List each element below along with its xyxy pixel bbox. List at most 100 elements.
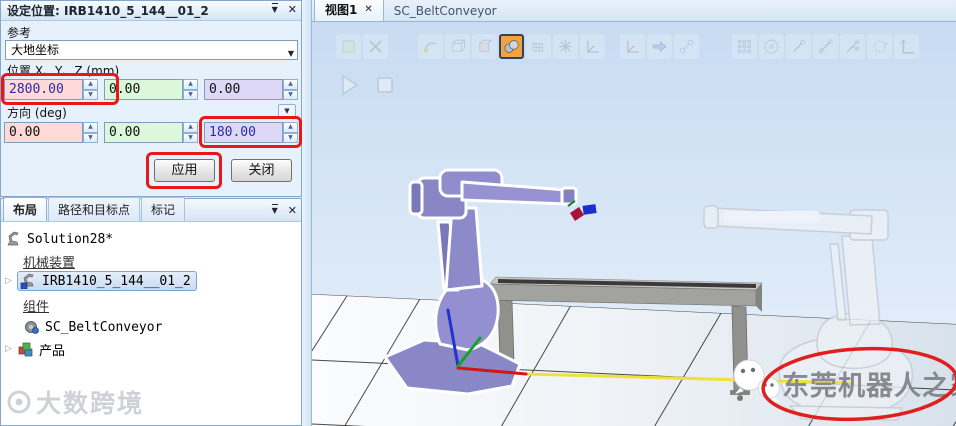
spin-up-icon[interactable]: ▲ bbox=[83, 79, 98, 90]
expand-icon[interactable]: ▷ bbox=[5, 344, 17, 354]
set-position-title: 设定位置: IRB1410_5_144__01_2 bbox=[7, 4, 209, 18]
position-z-spinner[interactable]: ▲ ▼ bbox=[283, 79, 298, 100]
snap-center-icon[interactable] bbox=[759, 34, 784, 59]
position-label: 位置 X、Y、Z (mm) bbox=[7, 64, 120, 78]
spin-down-icon[interactable]: ▼ bbox=[83, 132, 98, 143]
orientation-x-spinner[interactable]: ▲ ▼ bbox=[83, 122, 98, 143]
browser-tabbar: 布局 路径和目标点 标记 ▼ ✕ bbox=[1, 197, 301, 222]
orientation-y-field[interactable]: 0.00 bbox=[104, 122, 183, 143]
scene-canvas[interactable]: 东莞机器人之家 bbox=[312, 22, 956, 426]
spin-down-icon[interactable]: ▼ bbox=[183, 132, 198, 143]
viewport-tabbar: 视图1 ✕ SC_BeltConveyor bbox=[312, 0, 956, 22]
snap-midpoint-icon[interactable] bbox=[813, 34, 838, 59]
frame-axes-red-icon[interactable] bbox=[620, 34, 645, 59]
tree-item-label: SC_BeltConveyor bbox=[45, 319, 163, 335]
rotate-view-icon[interactable] bbox=[867, 34, 892, 59]
snap-freehand-icon[interactable] bbox=[553, 34, 578, 59]
spin-up-icon[interactable]: ▲ bbox=[183, 122, 198, 133]
robot-saved-icon bbox=[20, 273, 34, 289]
layout-browser-panel: 布局 路径和目标点 标记 ▼ ✕ Solution28* 机械装置 ▷ IRB1… bbox=[0, 197, 302, 426]
panel-splitter[interactable] bbox=[302, 0, 312, 426]
tab-tags[interactable]: 标记 bbox=[141, 197, 186, 221]
snap-box-icon[interactable] bbox=[445, 34, 470, 59]
set-position-panel: 设定位置: IRB1410_5_144__01_2 ▼ ✕ 参考 大地坐标 ▼ … bbox=[0, 0, 302, 197]
conveyor-caster bbox=[737, 395, 743, 401]
tab-paths-targets[interactable]: 路径和目标点 bbox=[48, 197, 141, 221]
apply-button[interactable]: 应用 bbox=[154, 159, 215, 182]
tree-item-station[interactable]: Solution28* bbox=[5, 229, 113, 249]
dock-icon[interactable]: ▼ bbox=[271, 204, 278, 218]
spin-down-icon[interactable]: ▼ bbox=[283, 89, 298, 100]
snap-local-origin-icon[interactable] bbox=[472, 34, 497, 59]
tree-category-components[interactable]: 组件 bbox=[23, 295, 49, 315]
toolbar-group-frames bbox=[620, 34, 699, 59]
left-column: 设定位置: IRB1410_5_144__01_2 ▼ ✕ 参考 大地坐标 ▼ … bbox=[0, 0, 302, 426]
position-z-field[interactable]: 0.00 bbox=[204, 79, 283, 100]
tab-layout[interactable]: 布局 bbox=[3, 197, 48, 221]
snap-dot-grid-icon[interactable] bbox=[732, 34, 757, 59]
tab-sc-beltconveyor[interactable]: SC_BeltConveyor bbox=[384, 1, 507, 21]
tree-item-conveyor[interactable]: SC_BeltConveyor bbox=[23, 317, 162, 337]
corner-axes-icon[interactable] bbox=[894, 34, 919, 59]
play-button[interactable] bbox=[336, 72, 362, 98]
snap-object-icon[interactable] bbox=[499, 34, 524, 59]
tree-item-product[interactable]: ▷ 产品 bbox=[5, 339, 65, 359]
orientation-z-field[interactable]: 180.00 bbox=[204, 122, 283, 143]
scene-3d[interactable]: 东莞机器人之家 bbox=[312, 22, 956, 426]
close-icon[interactable]: ✕ bbox=[288, 204, 297, 218]
spin-up-icon[interactable]: ▲ bbox=[283, 79, 298, 90]
snap-curve-icon[interactable] bbox=[418, 34, 443, 59]
move-arrow-icon[interactable] bbox=[647, 34, 672, 59]
toolbar-group-view bbox=[336, 34, 388, 59]
orientation-y-spinner[interactable]: ▲ ▼ bbox=[183, 122, 198, 143]
watermark-text: 大数跨境 bbox=[36, 389, 145, 418]
fit-view-icon[interactable] bbox=[336, 34, 361, 59]
frame-axes-icon[interactable] bbox=[580, 34, 605, 59]
parts-boxes-icon bbox=[18, 342, 33, 357]
snap-branch-icon[interactable] bbox=[840, 34, 865, 59]
position-x-field[interactable]: 2800.00 bbox=[4, 79, 83, 100]
toolbar-group-snap-modes bbox=[732, 34, 919, 59]
link-objects-icon[interactable] bbox=[674, 34, 699, 59]
orientation-flyout-button[interactable]: ▼ bbox=[278, 104, 296, 119]
close-icon[interactable]: ✕ bbox=[288, 3, 297, 17]
playback-toolbar bbox=[336, 72, 398, 98]
watermark: 大数跨境 bbox=[6, 384, 144, 420]
close-tab-icon[interactable]: ✕ bbox=[364, 4, 372, 15]
tree-item-label: 产品 bbox=[39, 343, 66, 359]
dock-icon[interactable]: ▼ bbox=[271, 3, 278, 17]
snap-end-icon[interactable] bbox=[786, 34, 811, 59]
orientation-z-spinner[interactable]: ▲ ▼ bbox=[283, 122, 298, 143]
reference-label: 参考 bbox=[7, 26, 32, 40]
graphics-viewport: 视图1 ✕ SC_BeltConveyor 东莞机器人之 bbox=[312, 0, 956, 426]
spin-down-icon[interactable]: ▼ bbox=[283, 132, 298, 143]
tree-category-mechanisms[interactable]: 机械装置 bbox=[23, 251, 75, 271]
spin-down-icon[interactable]: ▼ bbox=[183, 89, 198, 100]
stop-button[interactable] bbox=[372, 72, 398, 98]
tab-view1[interactable]: 视图1 ✕ bbox=[314, 0, 384, 21]
selected-tree-item[interactable]: IRB1410_5_144__01_2 bbox=[17, 271, 197, 291]
watermark-logo bbox=[7, 390, 31, 414]
toolbar-group-snap bbox=[418, 34, 605, 59]
spin-up-icon[interactable]: ▲ bbox=[83, 122, 98, 133]
annotation-text: 东莞机器人之家 bbox=[782, 370, 956, 402]
reference-dropdown[interactable]: 大地坐标 ▼ bbox=[5, 40, 298, 60]
tree-item-robot[interactable]: ▷ IRB1410_5_144__01_2 bbox=[5, 271, 197, 291]
spin-up-icon[interactable]: ▲ bbox=[183, 79, 198, 90]
position-x-spinner[interactable]: ▲ ▼ bbox=[83, 79, 98, 100]
spin-up-icon[interactable]: ▲ bbox=[283, 122, 298, 133]
component-gear-icon bbox=[25, 321, 39, 334]
zoom-to-fit-icon[interactable] bbox=[363, 34, 388, 59]
close-button[interactable]: 关闭 bbox=[231, 159, 292, 182]
snap-grid-icon[interactable] bbox=[526, 34, 551, 59]
robot-station-icon bbox=[7, 231, 19, 246]
position-y-spinner[interactable]: ▲ ▼ bbox=[183, 79, 198, 100]
robotstudio-window: 设定位置: IRB1410_5_144__01_2 ▼ ✕ 参考 大地坐标 ▼ … bbox=[0, 0, 956, 426]
set-position-titlebar: 设定位置: IRB1410_5_144__01_2 ▼ ✕ bbox=[1, 1, 301, 21]
orientation-x-field[interactable]: 0.00 bbox=[4, 122, 83, 143]
spin-down-icon[interactable]: ▼ bbox=[83, 89, 98, 100]
expand-icon[interactable]: ▷ bbox=[5, 276, 17, 286]
tree-item-label: Solution28* bbox=[27, 231, 114, 247]
reference-value: 大地坐标 bbox=[11, 43, 60, 57]
position-y-field[interactable]: 0.00 bbox=[104, 79, 183, 100]
